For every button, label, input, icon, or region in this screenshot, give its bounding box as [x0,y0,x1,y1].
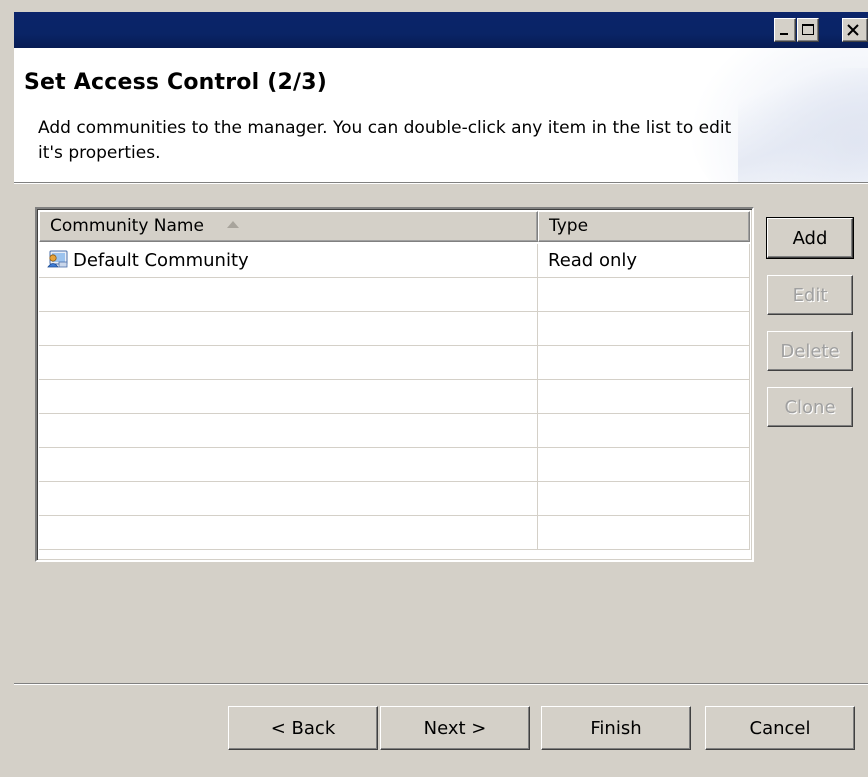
table-row[interactable]: Default Community Read only [39,244,750,278]
cell-type [538,448,750,482]
page-description: Add communities to the manager. You can … [38,118,732,163]
table-row[interactable] [39,516,750,550]
cell-type [538,482,750,516]
table-row[interactable] [39,380,750,414]
clone-button[interactable]: Clone [767,387,853,427]
column-header-label: Community Name [50,216,204,236]
table-row[interactable] [39,346,750,380]
communities-table[interactable]: Community Name Type Default Community Re… [35,207,754,562]
next-button[interactable]: Next > [380,706,530,750]
cell-community-name [39,482,538,516]
cell-community-name [39,346,538,380]
table-row[interactable] [39,278,750,312]
community-name: Default Community [73,250,249,271]
header-divider [14,182,868,184]
cell-type [538,312,750,346]
cell-type: Read only [538,244,750,278]
table-row[interactable] [39,448,750,482]
cell-community-name [39,448,538,482]
cell-type [538,346,750,380]
column-header-type[interactable]: Type [538,211,750,242]
add-button[interactable]: Add [766,217,854,259]
cell-type [538,278,750,312]
cell-type [538,380,750,414]
table-row[interactable] [39,312,750,346]
back-button[interactable]: < Back [228,706,378,750]
cell-community-name [39,414,538,448]
cell-community-name [39,278,538,312]
close-button[interactable] [842,18,868,42]
maximize-icon [802,24,814,35]
cell-community-name [39,380,538,414]
title-bar[interactable] [14,12,868,48]
column-header-label: Type [549,216,589,236]
cell-type [538,414,750,448]
table-row[interactable] [39,414,750,448]
page-title: Set Access Control (2/3) [24,70,327,95]
cell-community-name [39,312,538,346]
cell-community-name: Default Community [39,244,538,278]
wizard-header: Set Access Control (2/3) Add communities… [14,48,868,182]
cell-type [538,516,750,550]
table-row[interactable] [39,482,750,516]
column-header-community-name[interactable]: Community Name [39,211,538,242]
footer-divider [14,683,868,685]
maximize-button[interactable] [797,18,819,42]
table-header: Community Name Type [39,211,750,242]
sort-ascending-icon [227,220,240,228]
community-icon [47,250,68,268]
close-icon [847,24,859,36]
edit-button[interactable]: Edit [767,275,853,315]
minimize-icon [780,33,788,35]
delete-button[interactable]: Delete [767,331,853,371]
minimize-button[interactable] [774,18,796,42]
cancel-button[interactable]: Cancel [705,706,855,750]
cell-community-name [39,516,538,550]
table-body: Default Community Read only [39,244,750,558]
finish-button[interactable]: Finish [541,706,691,750]
